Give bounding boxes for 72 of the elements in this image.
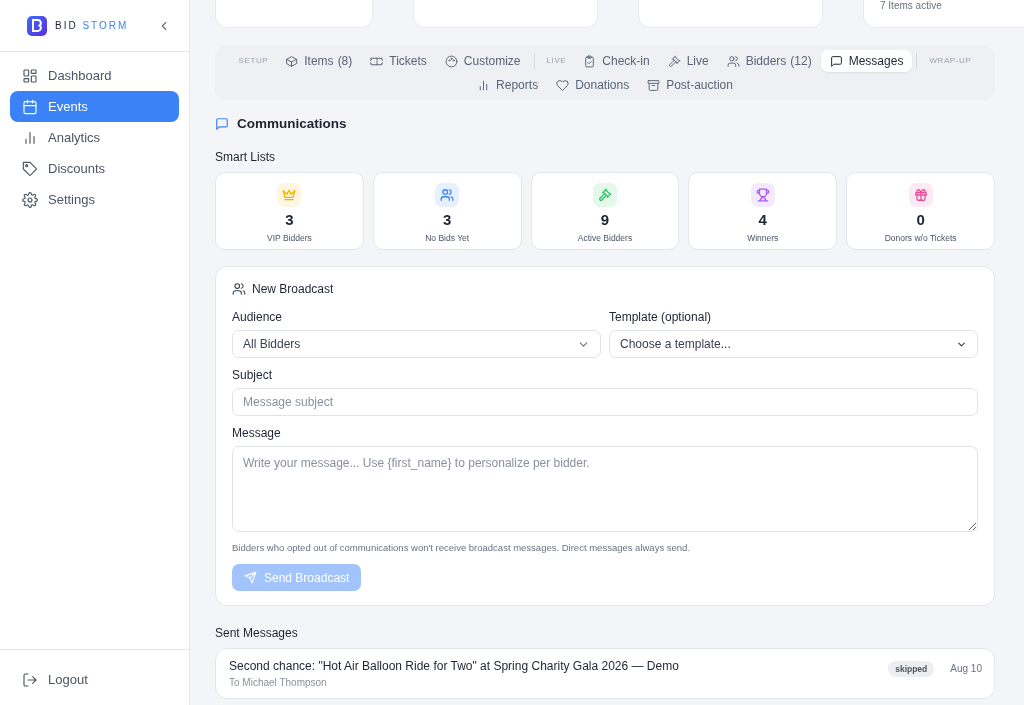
sidebar-item[interactable]: Analytics: [10, 122, 179, 153]
settings-icon: [22, 191, 38, 208]
count-value: 3: [285, 212, 294, 229]
status-badge: skipped: [888, 661, 935, 677]
users-icon: [726, 54, 740, 68]
tab[interactable]: Bidders (12): [717, 50, 821, 72]
field-label: Message: [232, 425, 282, 443]
smart-list-card[interactable]: 3 No Bids Yet: [372, 172, 522, 251]
message-field[interactable]: Write your message... Use {first_name} to personalize per bidder.: [232, 446, 978, 533]
tab[interactable]: Items (8): [276, 50, 362, 72]
count-value: 3: [443, 212, 452, 229]
field-label: Template (optional): [609, 309, 713, 327]
tab[interactable]: Donations: [547, 74, 639, 96]
audience-select[interactable]: All Bidders: [232, 330, 601, 359]
bar-chart-icon: [22, 129, 38, 146]
smart-list-card[interactable]: 4 Winners: [688, 172, 838, 251]
list-label: Winners: [747, 231, 779, 245]
tab[interactable]: Messages: [820, 50, 913, 72]
tab[interactable]: Check-in: [574, 50, 659, 72]
tab[interactable]: Reports: [468, 74, 548, 96]
smart-list-card[interactable]: 3 VIP Bidders: [215, 172, 364, 251]
tab[interactable]: Live: [658, 50, 718, 72]
sidebar-item[interactable]: Dashboard: [10, 60, 179, 91]
chat-bubble-icon: [215, 117, 229, 132]
list-label: Donors w/o Tickets: [884, 231, 957, 245]
chat-bubble-icon: [829, 54, 843, 68]
card-caption: 7 Items active: [880, 0, 942, 13]
message-card[interactable]: Second chance: "Hot Air Balloon Ride for Two" at Spring Charity Gala 2026 — Demo To Michael Thompson skipped Aug 10: [215, 648, 995, 699]
field-label: Audience: [232, 309, 284, 327]
list-label: VIP Bidders: [267, 231, 312, 245]
palette-icon: [444, 54, 458, 68]
group-label: WRAP-UP: [928, 55, 973, 67]
group-label: SETUP: [237, 55, 270, 67]
hint-text: Bidders who opted out of communications won't receive broadcast messages. Direct messages always send.: [232, 540, 692, 555]
smart-list-card[interactable]: 0 Donors w/o Tickets: [846, 172, 995, 251]
section-title: Communications: [237, 115, 347, 133]
sidebar-item[interactable]: Settings: [10, 184, 179, 215]
send-icon: [244, 571, 257, 584]
box-icon: [285, 54, 299, 68]
tab[interactable]: Tickets: [361, 50, 436, 72]
subject-field[interactable]: Message subject: [232, 388, 978, 417]
heart-icon: [556, 78, 570, 92]
brand-name: BID STORM: [55, 19, 129, 33]
logo-icon: [27, 15, 47, 36]
count-value: 9: [600, 212, 610, 229]
logout-button[interactable]: Logout: [10, 664, 179, 695]
list-label: Active Bidders: [577, 231, 633, 245]
field-label: Subject: [232, 367, 274, 385]
card-title: New Broadcast: [252, 281, 334, 299]
count-value: 0: [916, 212, 925, 229]
section-heading: Sent Messages: [215, 625, 299, 642]
group-label: LIVE: [545, 55, 568, 67]
clipboard-icon: [583, 54, 597, 68]
template-select[interactable]: Choose a template...: [609, 330, 978, 359]
users-icon: [232, 282, 246, 297]
logout-icon: [22, 671, 38, 688]
sidebar-item[interactable]: Events: [10, 91, 179, 122]
message-subject: Second chance: "Hot Air Balloon Ride for Two" at Spring Charity Gala 2026 — Demo: [229, 658, 679, 675]
message-date: Aug 10: [950, 662, 982, 676]
gavel-icon: [667, 54, 681, 68]
smart-list-card[interactable]: 9 Active Bidders: [530, 172, 680, 251]
calendar-icon: [22, 98, 38, 115]
recipient-text: To Michael Thompson: [229, 676, 328, 690]
count-value: 4: [758, 212, 767, 229]
tab[interactable]: Customize: [435, 50, 530, 72]
tab[interactable]: Post-auction: [638, 74, 742, 96]
section-heading: Smart Lists: [215, 149, 276, 167]
dashboard-icon: [22, 67, 38, 84]
sidebar-item[interactable]: Discounts: [10, 153, 179, 184]
tag-icon: [22, 160, 38, 177]
archive-icon: [647, 78, 661, 92]
list-label: No Bids Yet: [425, 231, 470, 245]
